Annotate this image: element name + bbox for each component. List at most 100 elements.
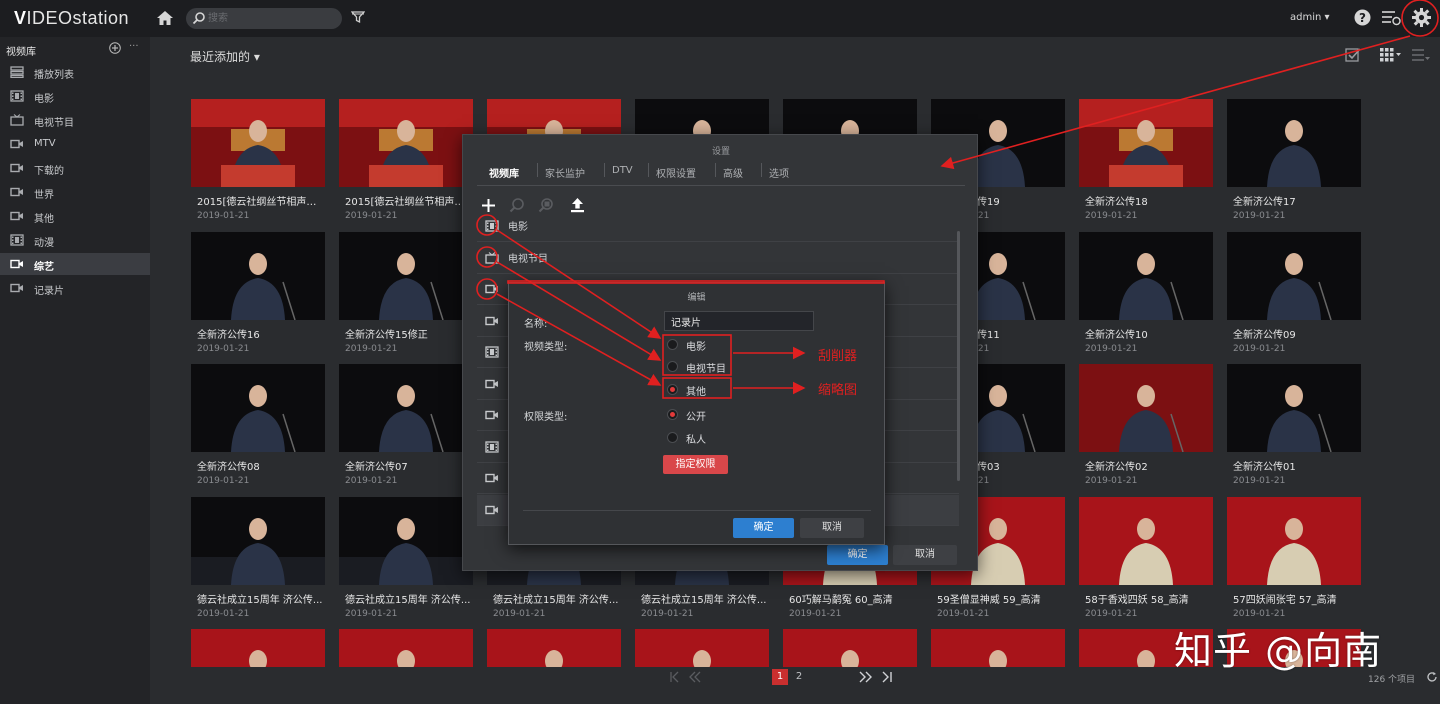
page-button-1[interactable]: 1 — [772, 669, 788, 685]
video-card[interactable]: 58于香戏四妖 58_高清 2019-01-21 — [1079, 497, 1215, 619]
settings-tab[interactable]: 高级 — [723, 165, 743, 180]
video-card[interactable]: 全新济公传10 2019-01-21 — [1079, 232, 1215, 354]
sidebar-item[interactable]: 世界 — [0, 181, 150, 203]
video-card[interactable]: 全新济公传15修正 2019-01-21 — [339, 232, 475, 354]
video-thumbnail[interactable] — [635, 629, 769, 667]
name-input[interactable] — [664, 311, 814, 331]
video-thumbnail[interactable] — [1227, 99, 1361, 187]
radio-label[interactable]: 电影 — [686, 338, 706, 353]
video-thumbnail[interactable] — [191, 232, 325, 320]
sidebar-item[interactable]: 播放列表 — [0, 61, 150, 83]
prev-page-icon[interactable] — [689, 671, 701, 683]
video-thumbnail[interactable] — [339, 629, 473, 667]
video-thumbnail[interactable] — [1079, 497, 1213, 585]
scrollbar[interactable] — [957, 231, 960, 481]
video-card[interactable]: 德云社成立15周年 济公传... 2019-01-21 — [191, 497, 327, 619]
list-view-icon[interactable] — [1412, 48, 1430, 62]
video-thumbnail[interactable] — [783, 629, 917, 667]
settings-tab[interactable]: 视频库 — [489, 165, 519, 180]
video-card[interactable]: 德云社成立15周年 济公传... 2019-01-21 — [339, 497, 475, 619]
settings-tab[interactable]: 权限设置 — [656, 165, 696, 180]
video-thumbnail[interactable] — [1079, 99, 1213, 187]
task-list-icon[interactable] — [1381, 10, 1401, 26]
radio-label[interactable]: 私人 — [686, 431, 706, 446]
page-button-2[interactable]: 2 — [791, 669, 807, 685]
library-row[interactable]: 电视节目 — [477, 243, 959, 274]
video-thumbnail[interactable] — [1079, 364, 1213, 452]
settings-gear-icon[interactable] — [1411, 7, 1432, 28]
video-card[interactable]: 2015[德云社纲丝节相声大... 2019-01-21 — [191, 99, 327, 221]
video-thumbnail[interactable] — [191, 497, 325, 585]
search-input[interactable] — [208, 11, 328, 26]
edit-cancel-button[interactable]: 取消 — [800, 518, 864, 538]
radio-button[interactable] — [667, 409, 678, 420]
video-card[interactable]: 全新济公传09 2019-01-21 — [1227, 232, 1363, 354]
video-thumbnail[interactable] — [191, 99, 325, 187]
sidebar-item[interactable]: 综艺 — [0, 253, 150, 275]
video-title: 德云社成立15周年 济公传... — [493, 595, 619, 606]
radio-label[interactable]: 电视节目 — [686, 360, 726, 375]
filter-icon[interactable] — [351, 10, 365, 24]
sidebar-item[interactable]: 记录片 — [0, 277, 150, 299]
sidebar-item[interactable]: 下载的 — [0, 157, 150, 179]
settings-tab[interactable]: 选项 — [769, 165, 789, 180]
video-card[interactable]: 全新济公传08 2019-01-21 — [191, 364, 327, 486]
video-card[interactable]: 全新济公传02 2019-01-21 — [1079, 364, 1215, 486]
settings-tab[interactable]: DTV — [612, 165, 633, 176]
video-thumbnail[interactable] — [339, 364, 473, 452]
refresh-icon[interactable] — [1426, 671, 1438, 683]
grid-view-icon[interactable] — [1380, 48, 1402, 62]
sidebar-item[interactable]: 电影 — [0, 85, 150, 107]
settings-cancel-button[interactable]: 取消 — [893, 545, 957, 565]
video-thumbnail[interactable] — [1227, 364, 1361, 452]
video-thumbnail[interactable] — [191, 629, 325, 667]
radio-label[interactable]: 公开 — [686, 408, 706, 423]
video-thumbnail[interactable] — [1227, 497, 1361, 585]
video-card[interactable]: 全新济公传16 2019-01-21 — [191, 232, 327, 354]
assign-permission-button[interactable]: 指定权限 — [663, 455, 728, 474]
last-page-icon[interactable] — [881, 671, 893, 683]
movie-icon — [10, 90, 24, 102]
radio-button[interactable] — [667, 432, 678, 443]
settings-tab[interactable]: 家长监护 — [545, 165, 585, 180]
video-card[interactable]: 全新济公传01 2019-01-21 — [1227, 364, 1363, 486]
video-thumbnail[interactable] — [487, 629, 621, 667]
name-label: 名称: — [524, 319, 548, 330]
video-date: 2019-01-21 — [197, 609, 250, 619]
home-icon[interactable] — [156, 9, 174, 27]
library-row[interactable]: 电影 — [477, 211, 959, 242]
video-thumbnail[interactable] — [931, 629, 1065, 667]
sidebar-item[interactable]: 动漫 — [0, 229, 150, 251]
settings-ok-button[interactable]: 确定 — [827, 545, 888, 565]
radio-button[interactable] — [667, 361, 678, 372]
search-box[interactable] — [186, 8, 342, 29]
help-icon[interactable]: ? — [1354, 9, 1371, 26]
next-page-icon[interactable] — [859, 671, 873, 683]
app-logo[interactable]: VIDEOstation — [14, 8, 129, 29]
sidebar-item[interactable]: 其他 — [0, 205, 150, 227]
video-thumbnail[interactable] — [339, 99, 473, 187]
video-card[interactable]: 全新济公传18 2019-01-21 — [1079, 99, 1215, 221]
edit-ok-button[interactable]: 确定 — [733, 518, 794, 538]
video-thumbnail[interactable] — [191, 364, 325, 452]
radio-button[interactable] — [667, 384, 678, 395]
video-card[interactable]: 全新济公传07 2019-01-21 — [339, 364, 475, 486]
add-library-icon[interactable] — [109, 42, 121, 54]
video-thumbnail[interactable] — [339, 232, 473, 320]
sidebar-item[interactable]: MTV — [0, 133, 150, 155]
video-card[interactable]: 57四妖闹张宅 57_高清 2019-01-21 — [1227, 497, 1363, 619]
video-thumbnail[interactable] — [1079, 232, 1213, 320]
user-menu[interactable]: admin ▾ — [1290, 12, 1330, 23]
sort-dropdown[interactable]: 最近添加的 ▾ — [190, 48, 260, 65]
select-checkbox-icon[interactable] — [1345, 47, 1361, 63]
radio-label[interactable]: 其他 — [686, 383, 706, 398]
video-card[interactable]: 全新济公传17 2019-01-21 — [1227, 99, 1363, 221]
video-date: 2019-01-21 — [1085, 344, 1138, 354]
sidebar-item[interactable]: 电视节目 — [0, 109, 150, 131]
video-thumbnail[interactable] — [339, 497, 473, 585]
radio-button[interactable] — [667, 339, 678, 350]
first-page-icon[interactable] — [668, 671, 680, 683]
more-icon[interactable]: ··· — [129, 42, 141, 54]
video-card[interactable]: 2015[德云社纲丝节相声大... 2019-01-21 — [339, 99, 475, 221]
video-thumbnail[interactable] — [1227, 232, 1361, 320]
